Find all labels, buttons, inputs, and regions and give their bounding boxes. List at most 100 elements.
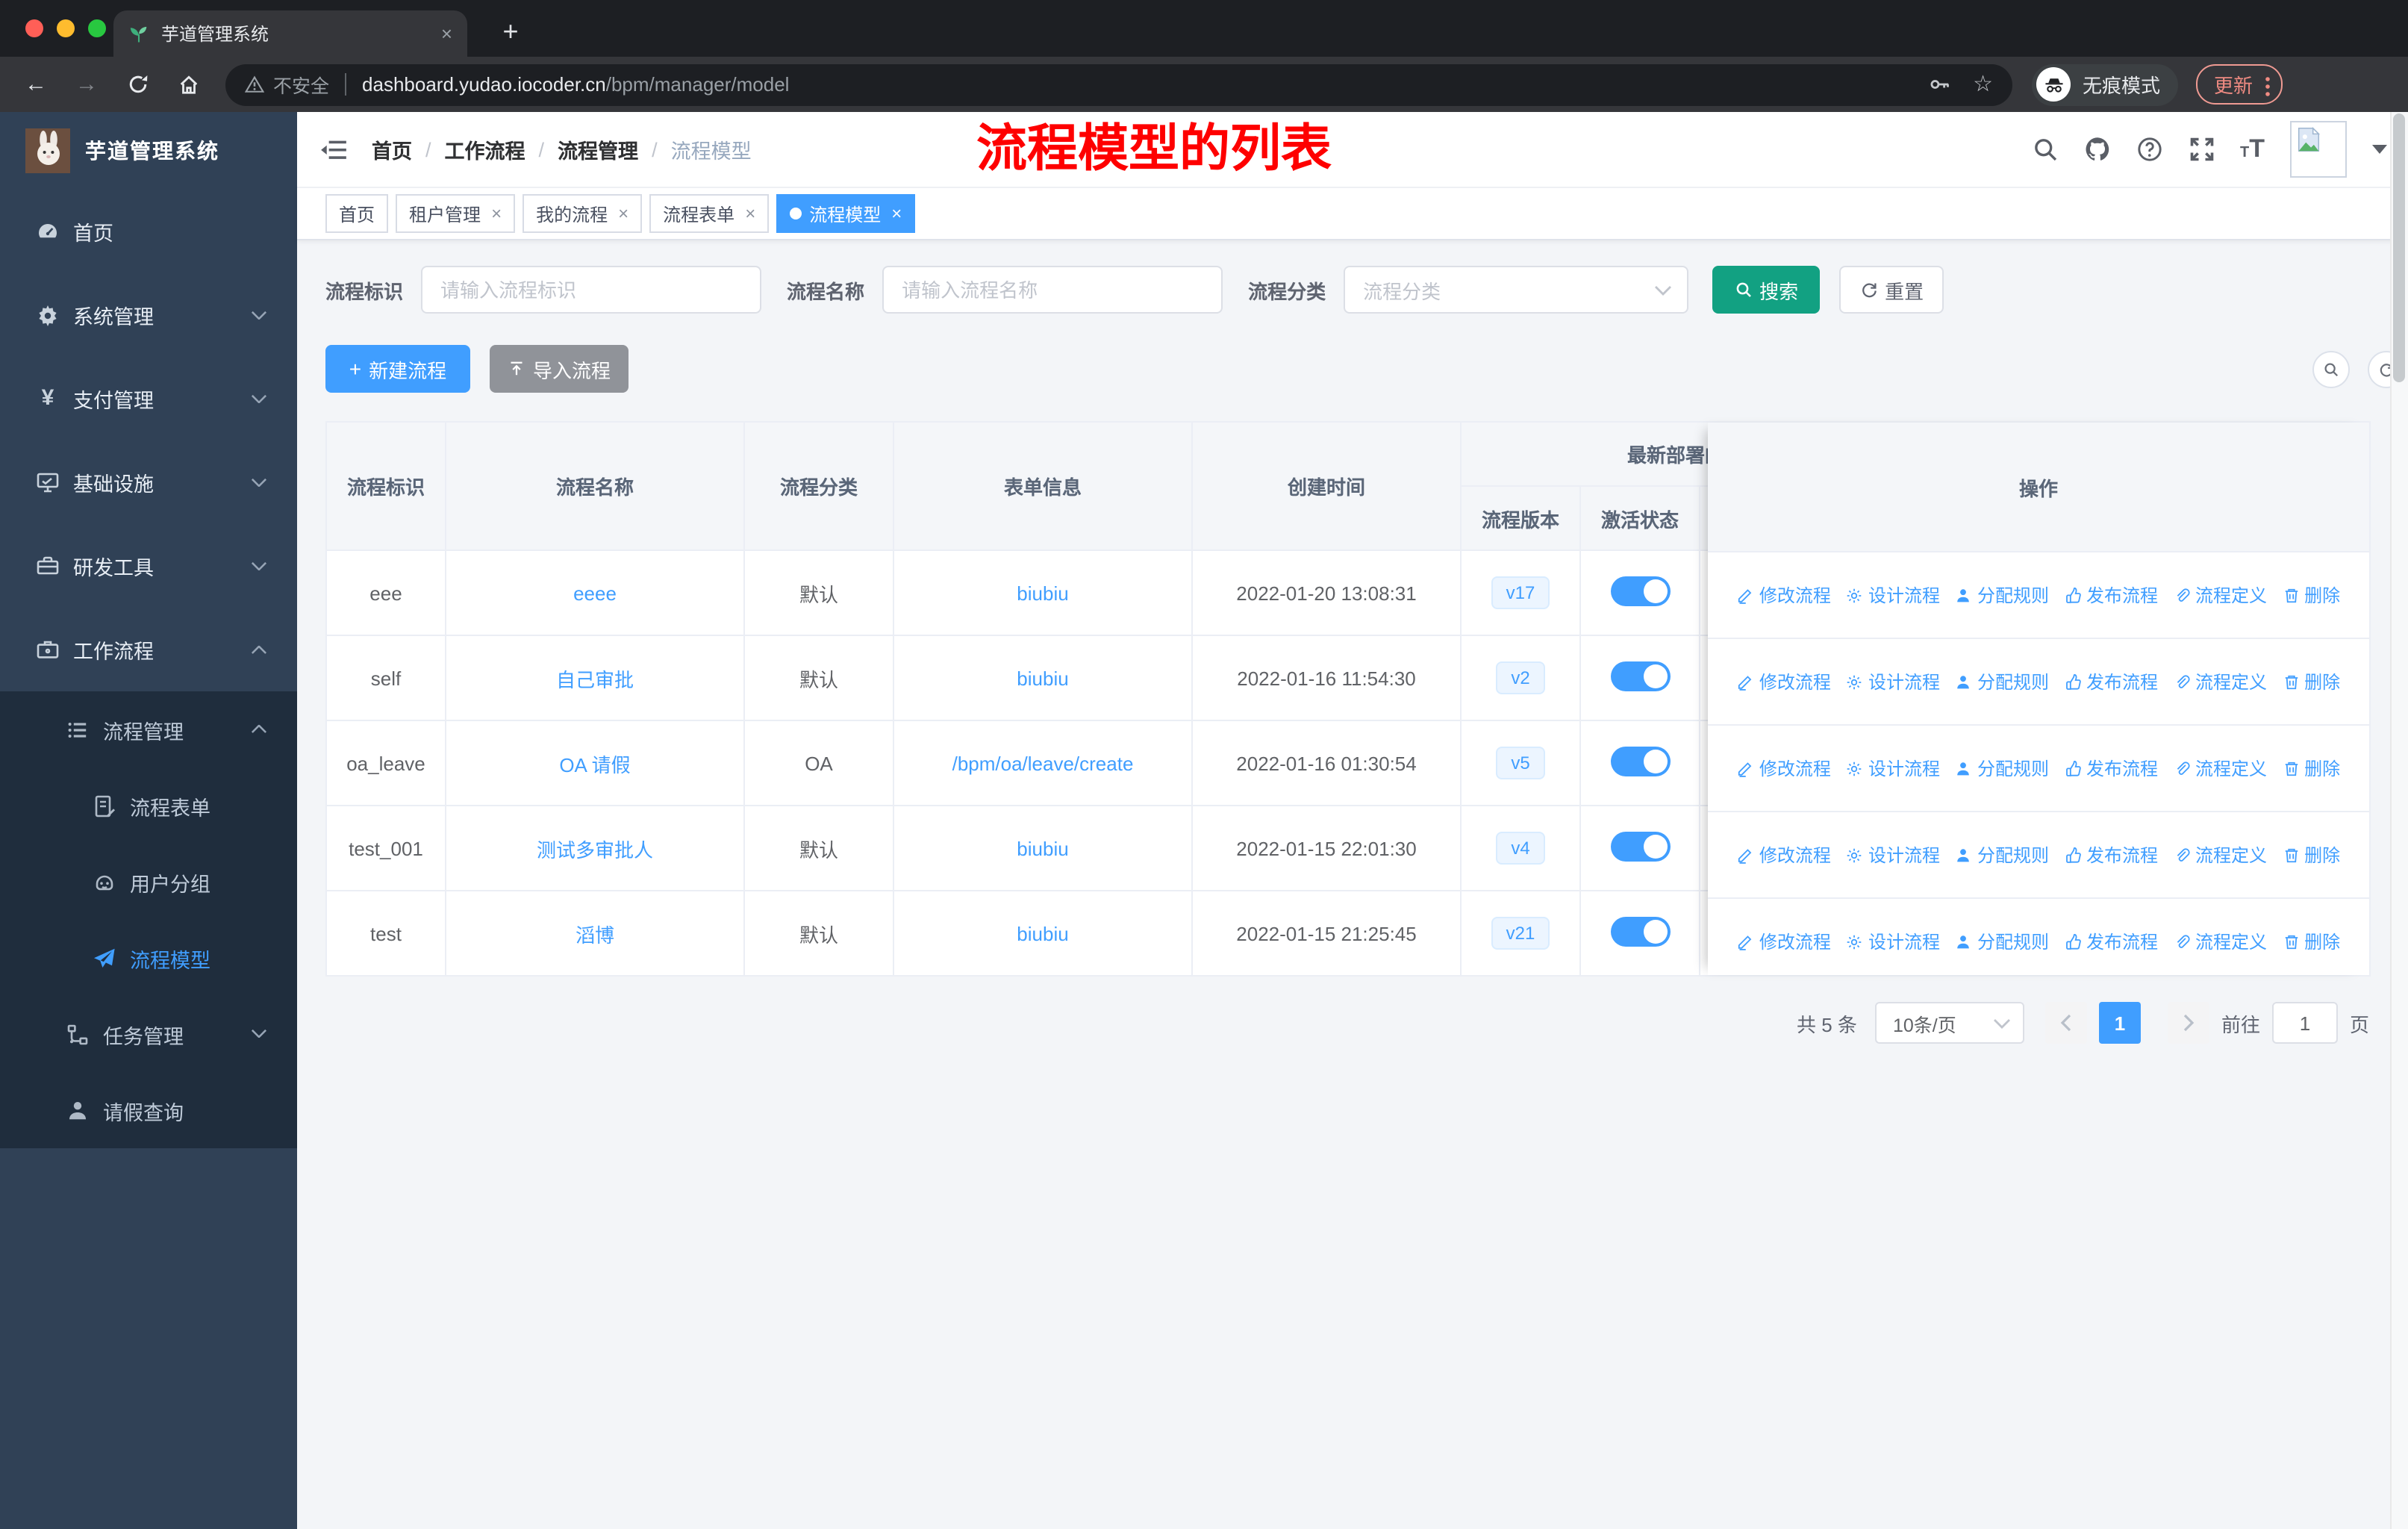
design-process-link[interactable]: 设计流程 <box>1846 756 1940 781</box>
create-process-button[interactable]: + 新建流程 <box>325 345 470 393</box>
prev-page-button[interactable] <box>2044 1002 2087 1044</box>
assign-rule-link[interactable]: 分配规则 <box>1955 756 2049 781</box>
process-definition-link[interactable]: 流程定义 <box>2173 929 2267 954</box>
breadcrumb-home[interactable]: 首页 <box>372 134 412 164</box>
sidebar-fold-icon[interactable] <box>319 137 348 162</box>
form-info-link[interactable]: biubiu <box>1017 582 1068 604</box>
bookmark-star-icon[interactable]: ☆ <box>1973 73 1993 96</box>
active-toggle[interactable] <box>1610 831 1670 861</box>
import-process-button[interactable]: 导入流程 <box>490 345 628 393</box>
assign-rule-link[interactable]: 分配规则 <box>1955 669 2049 694</box>
page-size-select[interactable]: 10条/页 <box>1874 1002 2024 1044</box>
sidebar-item-process-mgmt[interactable]: 流程管理 <box>0 691 297 767</box>
publish-process-link[interactable]: 发布流程 <box>2064 669 2158 694</box>
delete-link[interactable]: 删除 <box>2282 929 2340 954</box>
tag-item[interactable]: 租户管理 × <box>396 194 516 233</box>
form-info-link[interactable]: /bpm/oa/leave/create <box>952 752 1134 774</box>
process-key-input[interactable] <box>421 266 762 314</box>
modify-process-link[interactable]: 修改流程 <box>1737 842 1831 868</box>
process-definition-link[interactable]: 流程定义 <box>2173 842 2267 868</box>
process-name-link[interactable]: eeee <box>573 582 617 604</box>
search-icon[interactable] <box>2031 136 2058 163</box>
active-toggle[interactable] <box>1610 916 1670 946</box>
form-info-link[interactable]: biubiu <box>1017 922 1068 944</box>
assign-rule-link[interactable]: 分配规则 <box>1955 842 2049 868</box>
goto-page-input[interactable] <box>2271 1002 2338 1044</box>
tag-item[interactable]: 我的流程 × <box>523 194 643 233</box>
active-toggle[interactable] <box>1610 576 1670 605</box>
process-name-link[interactable]: 自己审批 <box>556 668 634 691</box>
page-number-button[interactable]: 1 <box>2098 1002 2141 1044</box>
sidebar-item-process-model[interactable]: 流程模型 <box>0 920 297 996</box>
page-scrollbar[interactable] <box>2390 112 2408 1529</box>
publish-process-link[interactable]: 发布流程 <box>2064 582 2158 608</box>
form-info-link[interactable]: biubiu <box>1017 837 1068 859</box>
reset-button[interactable]: 重置 <box>1839 266 1944 314</box>
sidebar-item-task-mgmt[interactable]: 任务管理 <box>0 996 297 1072</box>
github-icon[interactable] <box>2083 136 2110 163</box>
design-process-link[interactable]: 设计流程 <box>1846 669 1940 694</box>
assign-rule-link[interactable]: 分配规则 <box>1955 929 2049 954</box>
assign-rule-link[interactable]: 分配规则 <box>1955 582 2049 608</box>
breadcrumb-process-mgmt[interactable]: 流程管理 <box>558 134 638 164</box>
sidebar-item-home[interactable]: 首页 <box>0 190 297 273</box>
design-process-link[interactable]: 设计流程 <box>1846 929 1940 954</box>
process-category-select[interactable]: 流程分类 <box>1344 266 1689 314</box>
scrollbar-thumb[interactable] <box>2393 113 2405 382</box>
font-size-icon[interactable]: TT <box>2240 134 2265 164</box>
browser-update-button[interactable]: 更新 <box>2196 64 2283 105</box>
process-name-input[interactable] <box>882 266 1223 314</box>
publish-process-link[interactable]: 发布流程 <box>2064 842 2158 868</box>
close-icon[interactable]: × <box>891 203 902 224</box>
caret-down-icon[interactable] <box>2372 145 2387 154</box>
form-info-link[interactable]: biubiu <box>1017 667 1068 689</box>
modify-process-link[interactable]: 修改流程 <box>1737 582 1831 608</box>
process-name-link[interactable]: 测试多审批人 <box>537 838 653 861</box>
sidebar-item-payment[interactable]: ¥ 支付管理 <box>0 357 297 440</box>
breadcrumb-workflow[interactable]: 工作流程 <box>445 134 525 164</box>
app-logo[interactable]: 芋道管理系统 <box>0 112 297 190</box>
forward-icon[interactable]: → <box>70 72 103 97</box>
publish-process-link[interactable]: 发布流程 <box>2064 929 2158 954</box>
delete-link[interactable]: 删除 <box>2282 669 2340 694</box>
sidebar-item-infra[interactable]: 基础设施 <box>0 440 297 524</box>
delete-link[interactable]: 删除 <box>2282 582 2340 608</box>
active-toggle[interactable] <box>1610 661 1670 691</box>
close-icon[interactable]: × <box>745 203 755 224</box>
sidebar-item-workflow[interactable]: 工作流程 <box>0 608 297 691</box>
maximize-window-button[interactable] <box>88 19 106 37</box>
address-bar[interactable]: 不安全 dashboard.yudao.iocoder.cn/bpm/manag… <box>225 63 2012 105</box>
active-toggle[interactable] <box>1610 746 1670 776</box>
sidebar-item-process-form[interactable]: 流程表单 <box>0 767 297 844</box>
delete-link[interactable]: 删除 <box>2282 842 2340 868</box>
process-definition-link[interactable]: 流程定义 <box>2173 582 2267 608</box>
sidebar-item-devtools[interactable]: 研发工具 <box>0 524 297 608</box>
sidebar-item-leave-query[interactable]: 请假查询 <box>0 1072 297 1148</box>
process-definition-link[interactable]: 流程定义 <box>2173 756 2267 781</box>
publish-process-link[interactable]: 发布流程 <box>2064 756 2158 781</box>
minimize-window-button[interactable] <box>57 19 75 37</box>
avatar[interactable] <box>2290 121 2347 178</box>
design-process-link[interactable]: 设计流程 <box>1846 582 1940 608</box>
tag-item[interactable]: 首页 <box>325 194 389 233</box>
close-icon[interactable]: × <box>618 203 628 224</box>
sidebar-item-user-group[interactable]: 用户分组 <box>0 844 297 920</box>
process-name-link[interactable]: OA 请假 <box>559 753 630 776</box>
key-icon[interactable] <box>1928 73 1950 96</box>
help-icon[interactable] <box>2136 136 2162 163</box>
delete-link[interactable]: 删除 <box>2282 756 2340 781</box>
new-tab-button[interactable]: + <box>493 13 528 49</box>
modify-process-link[interactable]: 修改流程 <box>1737 929 1831 954</box>
next-page-button[interactable] <box>2167 1002 2209 1044</box>
sidebar-item-system[interactable]: 系统管理 <box>0 273 297 357</box>
fullscreen-icon[interactable] <box>2188 136 2215 163</box>
design-process-link[interactable]: 设计流程 <box>1846 842 1940 868</box>
reload-icon[interactable] <box>121 73 154 96</box>
tag-active[interactable]: 流程模型 × <box>776 194 916 233</box>
browser-tab[interactable]: 芋道管理系统 × <box>113 10 467 57</box>
home-icon[interactable] <box>172 73 205 96</box>
tag-item[interactable]: 流程表单 × <box>649 194 770 233</box>
show-search-icon[interactable] <box>2312 350 2350 387</box>
close-window-button[interactable] <box>25 19 43 37</box>
close-icon[interactable]: × <box>491 203 502 224</box>
